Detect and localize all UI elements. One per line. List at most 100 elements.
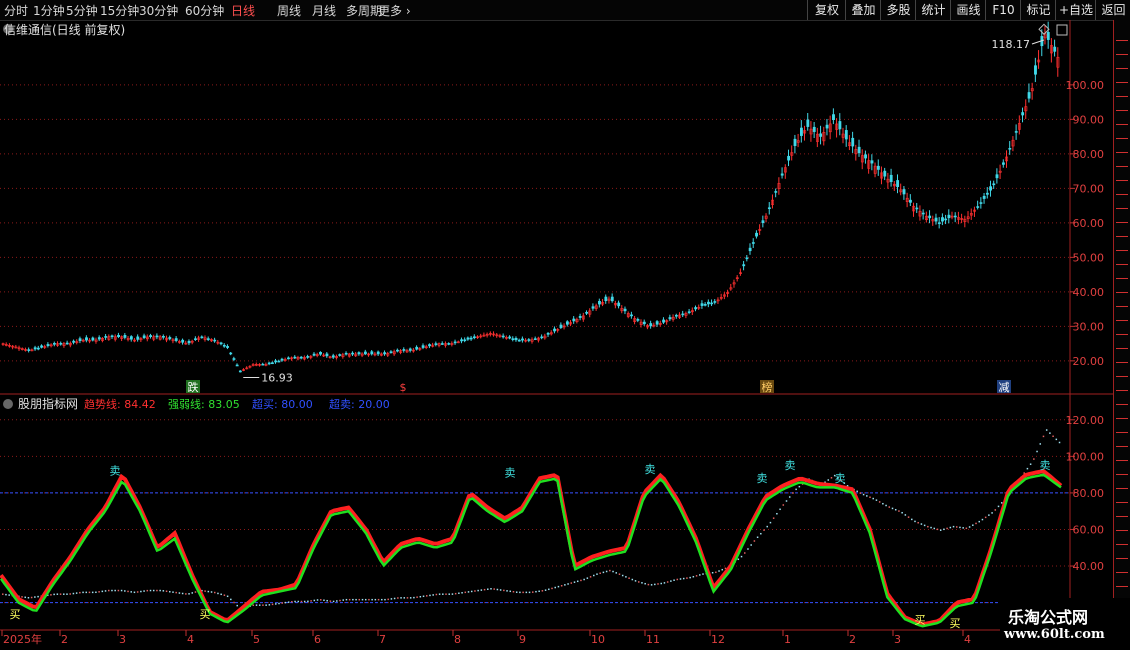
candle-body <box>1008 148 1012 150</box>
tool-button-1[interactable]: 叠加 <box>845 0 881 20</box>
x-tick-label: 1 <box>784 633 791 646</box>
price-overlay-dot <box>894 508 897 511</box>
price-overlay-dot <box>962 527 964 529</box>
price-chart[interactable]: 20.00 30.00 40.00 50.00 60.00 70.00 80.00 90.00… <box>0 20 1113 395</box>
candle-body <box>533 338 537 340</box>
period-tab-2[interactable]: 5分钟 <box>66 2 98 19</box>
price-overlay-dot <box>172 591 174 593</box>
price-overlay-dot <box>53 593 55 596</box>
candle-body <box>59 342 63 345</box>
period-tab-7[interactable]: 周线 <box>277 2 301 19</box>
price-overlay-dot <box>602 571 605 574</box>
price-overlay-dot <box>467 591 470 593</box>
tool-button-7[interactable]: +自选 <box>1055 0 1096 20</box>
candle-body <box>989 186 993 191</box>
candle-body <box>832 114 835 121</box>
tool-button-8[interactable]: 返回 <box>1095 0 1130 20</box>
tool-button-2[interactable]: 多股 <box>880 0 916 20</box>
price-overlay-dot <box>930 526 932 529</box>
price-overlay-dot <box>461 592 463 594</box>
price-overlay-dot <box>997 505 1000 508</box>
period-tab-6[interactable]: 日线 <box>231 2 255 19</box>
trend-line <box>0 468 1063 627</box>
candle-body <box>213 339 217 342</box>
price-overlay-dot <box>426 595 428 597</box>
price-overlay-dot <box>435 593 438 596</box>
candle-body <box>761 220 765 224</box>
candle-body <box>979 202 983 204</box>
price-overlay-dot <box>464 591 467 594</box>
price-overlay-dot <box>756 536 759 539</box>
candle-body <box>812 126 816 132</box>
strength-line <box>0 473 1062 628</box>
price-overlay-dot <box>605 570 608 573</box>
period-tab-1[interactable]: 1分钟 <box>33 2 65 19</box>
price-overlay-dot <box>66 593 68 595</box>
period-tab-8[interactable]: 月线 <box>312 2 336 19</box>
price-overlay-dot <box>715 571 717 574</box>
candle-body <box>447 343 451 345</box>
price-overlay-dot <box>737 558 740 561</box>
tool-button-5[interactable]: F10 <box>985 0 1021 20</box>
period-tab-9[interactable]: 多周期 <box>346 2 382 19</box>
price-overlay-dot <box>991 512 993 514</box>
price-overlay-dot <box>898 510 900 512</box>
candle-body <box>668 317 672 320</box>
x-tick-label: 3 <box>894 633 901 646</box>
price-overlay-dot <box>515 591 518 593</box>
candle-body <box>65 342 69 345</box>
side-tick <box>1116 208 1128 209</box>
price-overlay-dot <box>532 591 534 593</box>
price-overlay-dot <box>69 593 71 595</box>
price-overlay-dot <box>699 574 701 576</box>
price-overlay-dot <box>185 593 187 595</box>
side-tick <box>1116 334 1128 335</box>
period-tab-10[interactable]: 更多 › <box>378 2 411 19</box>
x-tick-label: 2025年 <box>3 632 42 646</box>
tool-button-3[interactable]: 统计 <box>915 0 951 20</box>
side-tick <box>1116 586 1128 587</box>
candle-body <box>155 335 159 338</box>
price-overlay-dot <box>994 509 997 511</box>
period-tab-5[interactable]: 60分钟 <box>185 2 224 19</box>
price-overlay-dot <box>946 527 948 530</box>
price-overlay-dot <box>156 589 158 592</box>
period-tab-3[interactable]: 15分钟 <box>100 2 139 19</box>
price-overlay-dot <box>397 597 399 599</box>
candle-body <box>598 301 601 305</box>
price-overlay-dot <box>175 591 177 594</box>
candle-body <box>947 214 951 219</box>
candle-body <box>572 318 576 322</box>
price-overlay-dot <box>609 569 611 572</box>
period-tab-0[interactable]: 分时 <box>4 2 28 19</box>
price-overlay-dot <box>657 583 659 585</box>
side-tick <box>1116 432 1128 433</box>
price-overlay-dot <box>593 574 595 577</box>
candle-body <box>52 343 56 345</box>
tool-button-4[interactable]: 画线 <box>950 0 986 20</box>
period-tab-4[interactable]: 30分钟 <box>139 2 178 19</box>
y-tick-label: 80.00 <box>1073 148 1105 161</box>
side-tick <box>1116 362 1128 363</box>
price-overlay-dot <box>917 521 919 524</box>
candle-body <box>229 352 233 355</box>
candle-body <box>662 319 665 323</box>
y-tick-label: 30.00 <box>1073 320 1105 333</box>
price-overlay-dot <box>615 572 618 574</box>
price-overlay-dot <box>214 591 216 594</box>
candle-body <box>889 174 893 182</box>
price-overlay-dot <box>188 593 190 595</box>
price-overlay-dot <box>952 525 955 528</box>
price-overlay-dot <box>650 584 653 586</box>
candle-body <box>293 356 297 359</box>
tool-button-6[interactable]: 标记 <box>1020 0 1056 20</box>
price-overlay-dot <box>548 588 550 591</box>
side-tick <box>1116 236 1128 237</box>
price-overlay-dot <box>361 598 364 601</box>
x-tick-label: 4 <box>964 633 971 646</box>
candle-body <box>238 370 242 373</box>
indicator-chart[interactable]: 20.0040.0060.0080.00100.00120.00卖卖卖卖卖卖卖买… <box>0 395 1113 650</box>
tool-button-0[interactable]: 复权 <box>807 0 846 20</box>
y-tick-label: 60.00 <box>1073 523 1105 536</box>
candle-body <box>408 348 412 351</box>
